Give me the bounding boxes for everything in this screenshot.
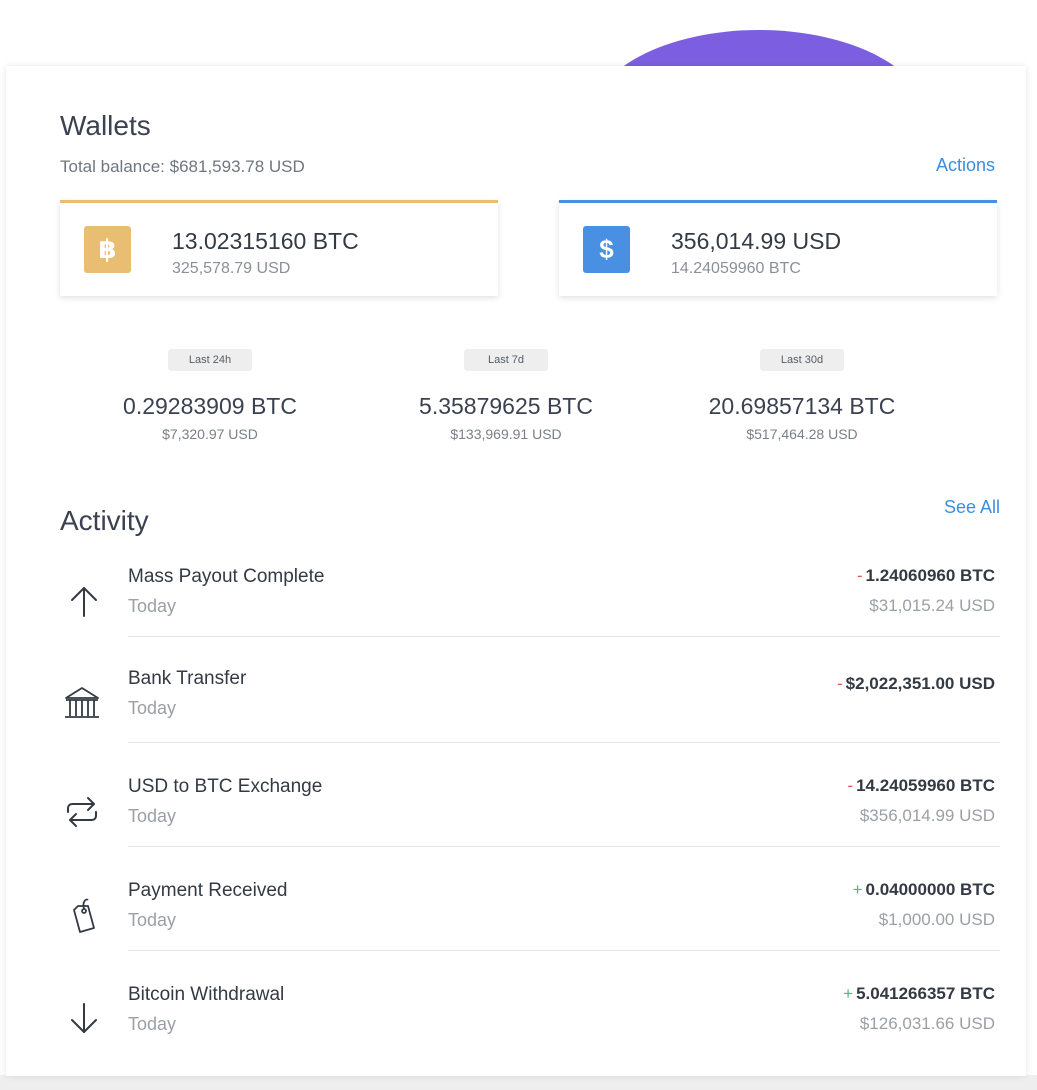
usd-wallet-btc-value: 14.24059960 BTC: [671, 260, 801, 277]
stat-btc: 5.35879625 BTC: [419, 393, 593, 419]
activity-amount: +0.04000000 BTC: [853, 880, 995, 900]
activity-amount: -14.24059960 BTC: [847, 776, 995, 796]
activity-row[interactable]: USD to BTC Exchange Today -14.24059960 B…: [60, 776, 1000, 880]
btc-wallet-card[interactable]: ฿ 13.02315160 BTC 325,578.79 USD: [60, 200, 498, 296]
dollar-icon: $: [583, 226, 630, 273]
activity-amount: +5.041266357 BTC: [843, 984, 995, 1004]
stat-last-7d: Last 7d 5.35879625 BTC $133,969.91 USD: [356, 349, 656, 442]
period-badge: Last 24h: [168, 349, 252, 371]
activity-usd: $356,014.99 USD: [859, 806, 995, 825]
amount-value: 1.24060960 BTC: [865, 566, 995, 585]
activity-row[interactable]: Bank Transfer Today - $2,022,351.00 USD: [60, 668, 1000, 772]
stat-btc: 0.29283909 BTC: [123, 393, 297, 419]
amount-sign: +: [852, 880, 863, 899]
activity-name: Payment Received: [128, 880, 288, 901]
arrow-down-icon: [60, 998, 104, 1042]
wallets-card: Wallets Total balance: $681,593.78 USD A…: [6, 66, 1026, 1076]
row-divider: [128, 846, 1000, 847]
tag-icon: [60, 894, 104, 938]
row-divider: [128, 636, 1000, 637]
activity-date: Today: [128, 1014, 177, 1034]
usd-accent-bar: [559, 200, 997, 203]
usd-wallet-balance: 356,014.99 USD: [671, 228, 842, 254]
bank-icon: [60, 682, 104, 726]
activity-date: Today: [128, 698, 177, 718]
activity-row[interactable]: Bitcoin Withdrawal Today +5.041266357 BT…: [60, 984, 1000, 1088]
amount-value: $2,022,351.00 USD: [845, 674, 995, 693]
stat-btc: 20.69857134 BTC: [708, 393, 896, 419]
activity-usd: $31,015.24 USD: [869, 596, 995, 615]
amount-sign: -: [856, 566, 863, 585]
exchange-icon: [60, 790, 104, 834]
activity-usd: $126,031.66 USD: [859, 1014, 995, 1033]
amount-sign: -: [836, 674, 843, 693]
total-balance: Total balance: $681,593.78 USD: [60, 157, 305, 176]
amount-value: 0.04000000 BTC: [865, 880, 995, 899]
activity-name: Mass Payout Complete: [128, 566, 325, 587]
period-badge: Last 30d: [760, 349, 844, 371]
usd-wallet-card[interactable]: $ 356,014.99 USD 14.24059960 BTC: [559, 200, 997, 296]
amount-value: 14.24059960 BTC: [856, 776, 995, 795]
stat-last-30d: Last 30d 20.69857134 BTC $517,464.28 USD: [652, 349, 952, 442]
activity-name: Bank Transfer: [128, 668, 247, 689]
activity-name: Bitcoin Withdrawal: [128, 984, 285, 1005]
stat-usd: $7,320.97 USD: [162, 426, 258, 442]
stat-last-24h: Last 24h 0.29283909 BTC $7,320.97 USD: [60, 349, 360, 442]
stat-usd: $517,464.28 USD: [746, 426, 858, 442]
stat-usd: $133,969.91 USD: [450, 426, 562, 442]
bitcoin-icon: ฿: [84, 226, 131, 273]
btc-wallet-usd-value: 325,578.79 USD: [172, 260, 291, 277]
amount-sign: +: [843, 984, 854, 1003]
amount-value: 5.041266357 BTC: [856, 984, 995, 1003]
activity-name: USD to BTC Exchange: [128, 776, 323, 797]
wallets-title: Wallets: [60, 110, 151, 141]
btc-wallet-balance: 13.02315160 BTC: [172, 228, 359, 254]
activity-row[interactable]: Mass Payout Complete Today -1.24060960 B…: [60, 566, 1000, 670]
row-divider: [128, 742, 1000, 743]
period-badge: Last 7d: [464, 349, 548, 371]
activity-title: Activity: [60, 505, 149, 536]
arrow-up-icon: [60, 580, 104, 624]
activity-usd: $1,000.00 USD: [878, 910, 995, 929]
row-divider: [128, 950, 1000, 951]
activity-amount: - $2,022,351.00 USD: [837, 674, 995, 694]
actions-link[interactable]: Actions: [936, 155, 995, 176]
see-all-link[interactable]: See All: [944, 497, 1000, 518]
activity-date: Today: [128, 596, 177, 616]
activity-date: Today: [128, 910, 177, 930]
activity-amount: -1.24060960 BTC: [857, 566, 995, 586]
btc-accent-bar: [60, 200, 498, 203]
activity-date: Today: [128, 806, 177, 826]
activity-row[interactable]: Payment Received Today +0.04000000 BTC $…: [60, 880, 1000, 984]
amount-sign: -: [847, 776, 854, 795]
